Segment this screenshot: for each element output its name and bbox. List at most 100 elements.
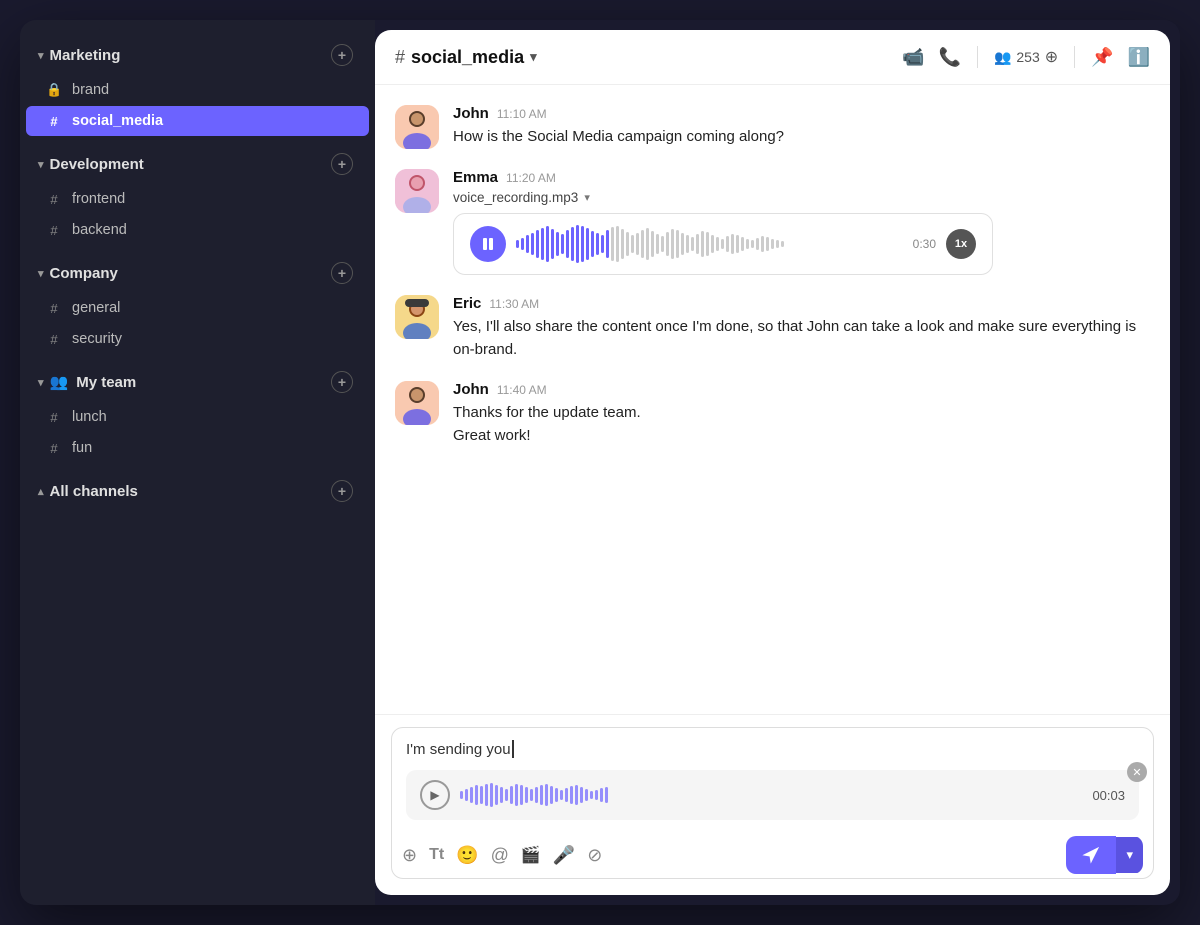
- header-divider-2: [1074, 46, 1075, 68]
- message-header: John 11:40 AM: [453, 381, 1150, 398]
- sidebar-item-security-label: security: [72, 331, 122, 347]
- chevron-icon: ▾: [38, 49, 44, 62]
- team-emoji-icon: 👥: [50, 373, 69, 391]
- mention-icon[interactable]: @: [491, 845, 509, 866]
- message-time: 11:20 AM: [506, 171, 556, 185]
- sidebar-group-marketing-label: Marketing: [50, 47, 121, 64]
- expand-icon[interactable]: ⊘: [587, 845, 602, 866]
- sidebar-item-lunch-label: lunch: [72, 409, 107, 425]
- recording-play-button[interactable]: ▶: [420, 780, 450, 810]
- message-time: 11:30 AM: [489, 297, 539, 311]
- text-cursor: [512, 740, 514, 758]
- add-marketing-button[interactable]: +: [331, 44, 353, 66]
- input-area: I'm sending you ✕ ▶ 00:03 ⊕ Tt 🙂: [375, 714, 1170, 895]
- member-count[interactable]: 👥 253 ⊕: [994, 47, 1058, 67]
- sidebar-section-marketing: ▾ Marketing + 🔒 brand # social_media: [20, 32, 375, 141]
- text-format-icon[interactable]: Tt: [429, 846, 444, 864]
- sidebar-group-company-label: Company: [50, 265, 118, 282]
- message-header: Eric 11:30 AM: [453, 295, 1150, 312]
- avatar: [395, 295, 439, 339]
- message-text: How is the Social Media campaign coming …: [453, 126, 1150, 149]
- hash-icon: #: [46, 192, 62, 207]
- info-icon[interactable]: ℹ️: [1128, 47, 1150, 68]
- channel-dropdown-icon[interactable]: ▾: [530, 49, 537, 65]
- hash-icon: #: [46, 441, 62, 456]
- gif-icon[interactable]: 🎬: [521, 845, 541, 865]
- recording-preview: ✕ ▶ 00:03: [406, 770, 1139, 820]
- chat-header-right: 📹 📞 👥 253 ⊕ 📌 ℹ️: [902, 46, 1150, 68]
- table-row: Eric 11:30 AM Yes, I'll also share the c…: [395, 295, 1150, 361]
- send-button-group: ▾: [1066, 836, 1143, 874]
- recording-time: 00:03: [1092, 788, 1125, 803]
- chat-header: # social_media ▾ 📹 📞 👥 253 ⊕ 📌 ℹ️: [375, 30, 1170, 85]
- sidebar-group-my-team-label: My team: [76, 374, 136, 391]
- sidebar-section-my-team: ▾ 👥 My team + # lunch # fun: [20, 359, 375, 468]
- sidebar-item-security[interactable]: # security: [26, 324, 369, 354]
- audio-waveform: [516, 226, 903, 262]
- message-time: 11:10 AM: [497, 107, 547, 121]
- sidebar-group-my-team[interactable]: ▾ 👥 My team +: [26, 363, 369, 401]
- channel-name: social_media: [411, 47, 524, 68]
- recording-close-button[interactable]: ✕: [1127, 762, 1147, 782]
- hash-icon: #: [46, 410, 62, 425]
- plus-icon[interactable]: ⊕: [402, 845, 417, 866]
- sidebar-item-social-media-label: social_media: [72, 113, 163, 129]
- add-company-button[interactable]: +: [331, 262, 353, 284]
- message-content: Emma 11:20 AM voice_recording.mp3 ▾: [453, 169, 1150, 275]
- send-dropdown-button[interactable]: ▾: [1116, 837, 1143, 873]
- sidebar-item-fun[interactable]: # fun: [26, 433, 369, 463]
- sidebar-group-all-channels-label: All channels: [50, 483, 138, 500]
- pin-icon[interactable]: 📌: [1091, 47, 1113, 68]
- sidebar-item-general-label: general: [72, 300, 120, 316]
- video-icon[interactable]: 📹: [902, 47, 924, 68]
- microphone-icon[interactable]: 🎤: [553, 845, 575, 866]
- input-text: I'm sending you: [406, 741, 511, 758]
- chevron-up-icon: ▴: [38, 485, 44, 498]
- sidebar-item-general[interactable]: # general: [26, 293, 369, 323]
- sidebar-item-lunch[interactable]: # lunch: [26, 402, 369, 432]
- message-author: John: [453, 105, 489, 122]
- chevron-down-icon: ▾: [584, 191, 590, 204]
- text-input[interactable]: I'm sending you: [392, 728, 1153, 766]
- sidebar-item-backend-label: backend: [72, 222, 127, 238]
- message-time: 11:40 AM: [497, 383, 547, 397]
- avatar: [395, 105, 439, 149]
- sidebar-item-frontend[interactable]: # frontend: [26, 184, 369, 214]
- members-icon: 👥: [994, 49, 1011, 66]
- sidebar-group-marketing[interactable]: ▾ Marketing +: [26, 36, 369, 74]
- sidebar-group-development[interactable]: ▾ Development +: [26, 145, 369, 183]
- add-development-button[interactable]: +: [331, 153, 353, 175]
- speed-badge[interactable]: 1x: [946, 229, 976, 259]
- audio-filename[interactable]: voice_recording.mp3 ▾: [453, 190, 1150, 205]
- add-member-icon[interactable]: ⊕: [1045, 47, 1058, 67]
- toolbar-left: ⊕ Tt 🙂 @ 🎬 🎤 ⊘: [402, 845, 602, 866]
- chevron-icon: ▾: [38, 158, 44, 171]
- messages-container: John 11:10 AM How is the Social Media ca…: [375, 85, 1170, 714]
- table-row: Emma 11:20 AM voice_recording.mp3 ▾: [395, 169, 1150, 275]
- member-count-value: 253: [1016, 49, 1039, 65]
- message-author: Eric: [453, 295, 481, 312]
- lock-icon: 🔒: [46, 82, 62, 98]
- sidebar-item-backend[interactable]: # backend: [26, 215, 369, 245]
- avatar: [395, 169, 439, 213]
- sidebar-item-frontend-label: frontend: [72, 191, 125, 207]
- sidebar-group-all-channels[interactable]: ▴ All channels +: [26, 472, 369, 510]
- message-content: John 11:10 AM How is the Social Media ca…: [453, 105, 1150, 149]
- table-row: John 11:40 AM Thanks for the update team…: [395, 381, 1150, 447]
- add-team-button[interactable]: +: [331, 371, 353, 393]
- hash-icon: #: [46, 301, 62, 316]
- sidebar-item-social-media[interactable]: # social_media: [26, 106, 369, 136]
- avatar: [395, 381, 439, 425]
- sidebar-item-brand[interactable]: 🔒 brand: [26, 75, 369, 105]
- sidebar-item-brand-label: brand: [72, 82, 109, 98]
- sidebar-group-development-label: Development: [50, 156, 144, 173]
- pause-button[interactable]: [470, 226, 506, 262]
- phone-icon[interactable]: 📞: [939, 47, 961, 68]
- audio-time: 0:30: [913, 237, 936, 251]
- add-channel-button[interactable]: +: [331, 480, 353, 502]
- emoji-icon[interactable]: 🙂: [456, 845, 478, 866]
- sidebar: ▾ Marketing + 🔒 brand # social_media ▾ D…: [20, 20, 375, 905]
- audio-player: 0:30 1x: [453, 213, 993, 275]
- send-button[interactable]: [1066, 836, 1116, 874]
- sidebar-group-company[interactable]: ▾ Company +: [26, 254, 369, 292]
